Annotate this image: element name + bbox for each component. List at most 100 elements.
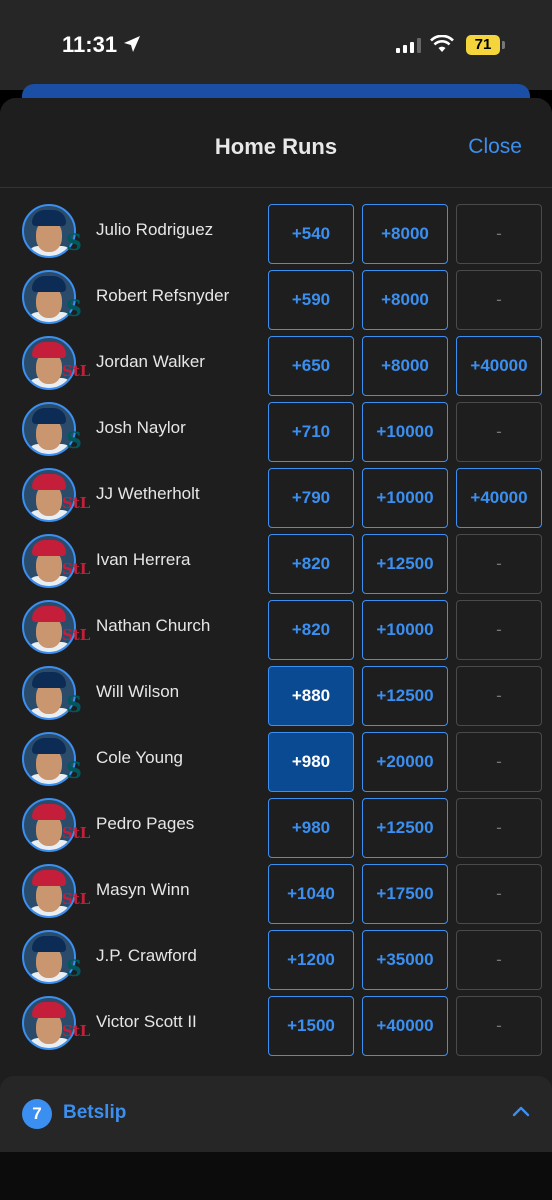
player-name: Julio Rodriguez	[96, 220, 214, 239]
avatar-cap	[32, 870, 66, 886]
odds-button[interactable]: +980	[268, 732, 354, 792]
odds-button[interactable]: -	[456, 270, 542, 330]
avatar-cap	[32, 276, 66, 292]
odds-button[interactable]: +40000	[362, 996, 448, 1056]
battery-icon: 71	[466, 35, 500, 55]
mariners-logo-icon: S	[66, 296, 82, 322]
home-runs-sheet: Home Runs Close S Julio Rodriguez +540 +800…	[0, 98, 552, 1200]
odds-button[interactable]: +12500	[362, 666, 448, 726]
avatar-cap	[32, 672, 66, 688]
odds-button[interactable]: -	[456, 402, 542, 462]
mariners-logo-icon: S	[66, 230, 82, 256]
player-name: Masyn Winn	[96, 880, 190, 899]
close-button[interactable]: Close	[468, 135, 522, 159]
avatar-cap	[32, 606, 66, 622]
odds-button[interactable]: +20000	[362, 732, 448, 792]
betslip-bar[interactable]: 7 Betslip	[0, 1076, 552, 1152]
cardinals-logo-icon: StL	[62, 362, 91, 380]
list-item: StL Pedro Pages +980 +12500-	[0, 798, 552, 864]
cardinals-logo-icon: StL	[62, 824, 91, 842]
avatar-cap	[32, 474, 66, 490]
chevron-up-icon[interactable]	[512, 1104, 530, 1118]
mariners-logo-icon: S	[66, 428, 82, 454]
player-name: Jordan Walker	[96, 352, 205, 371]
list-item: S Julio Rodriguez +540 +8000-	[0, 204, 552, 270]
player-name: Ivan Herrera	[96, 550, 191, 569]
odds-button[interactable]: +820	[268, 600, 354, 660]
betslip-label: Betslip	[63, 1102, 127, 1123]
player-name: Pedro Pages	[96, 814, 195, 833]
home-indicator-area	[0, 1152, 552, 1200]
odds-button[interactable]: +880	[268, 666, 354, 726]
battery-nub	[502, 41, 505, 49]
odds-button[interactable]: +1200	[268, 930, 354, 990]
player-name: JJ Wetherholt	[96, 484, 200, 503]
player-name: J.P. Crawford	[96, 946, 197, 965]
odds-button[interactable]: -	[456, 534, 542, 594]
list-item: S Josh Naylor +710 +10000-	[0, 402, 552, 468]
cardinals-logo-icon: StL	[62, 560, 91, 578]
odds-button[interactable]: -	[456, 732, 542, 792]
cellular-signal-icon	[396, 37, 421, 53]
list-item: S Robert Refsnyder +590 +8000-	[0, 270, 552, 336]
odds-button[interactable]: +8000	[362, 204, 448, 264]
odds-button[interactable]: +980	[268, 798, 354, 858]
list-item: StL Victor Scott II +1500 +40000-	[0, 996, 552, 1062]
list-item: S Will Wilson +880 +12500-	[0, 666, 552, 732]
cardinals-logo-icon: StL	[62, 494, 91, 512]
list-item: StL Ivan Herrera +820 +12500-	[0, 534, 552, 600]
list-item: StL Nathan Church +820 +10000-	[0, 600, 552, 666]
odds-button[interactable]: +40000	[456, 336, 542, 396]
avatar-cap	[32, 1002, 66, 1018]
sheet-header: Home Runs Close	[0, 98, 552, 188]
odds-button[interactable]: -	[456, 204, 542, 264]
list-item: S Cole Young +980 +20000-	[0, 732, 552, 798]
odds-button[interactable]: +12500	[362, 534, 448, 594]
player-name: Cole Young	[96, 748, 183, 767]
odds-button[interactable]: -	[456, 930, 542, 990]
odds-button[interactable]: +10000	[362, 402, 448, 462]
odds-button[interactable]: +17500	[362, 864, 448, 924]
avatar-cap	[32, 738, 66, 754]
player-name: Victor Scott II	[96, 1012, 197, 1031]
avatar-cap	[32, 936, 66, 952]
avatar-cap	[32, 540, 66, 556]
odds-button[interactable]: +1040	[268, 864, 354, 924]
avatar-cap	[32, 342, 66, 358]
list-item: S J.P. Crawford +1200 +35000-	[0, 930, 552, 996]
avatar-cap	[32, 804, 66, 820]
odds-button[interactable]: +10000	[362, 600, 448, 660]
wifi-icon	[430, 35, 454, 52]
odds-button[interactable]: +790	[268, 468, 354, 528]
status-time: 11:31	[62, 32, 118, 57]
player-name: Will Wilson	[96, 682, 180, 701]
odds-button[interactable]: +650	[268, 336, 354, 396]
avatar-cap	[32, 408, 66, 424]
odds-button[interactable]: +8000	[362, 336, 448, 396]
odds-button[interactable]: -	[456, 798, 542, 858]
mariners-logo-icon: S	[66, 956, 82, 982]
odds-button[interactable]: -	[456, 600, 542, 660]
odds-button[interactable]: +820	[268, 534, 354, 594]
odds-button[interactable]: +40000	[456, 468, 542, 528]
odds-button[interactable]: +710	[268, 402, 354, 462]
cardinals-logo-icon: StL	[62, 1022, 91, 1040]
odds-button[interactable]: +1500	[268, 996, 354, 1056]
odds-button[interactable]: +10000	[362, 468, 448, 528]
avatar-cap	[32, 210, 66, 226]
odds-button[interactable]: -	[456, 996, 542, 1056]
odds-button[interactable]: +590	[268, 270, 354, 330]
player-list[interactable]: S Julio Rodriguez +540 +8000- S Robert Refsny…	[0, 188, 552, 1068]
odds-button[interactable]: +12500	[362, 798, 448, 858]
odds-button[interactable]: +35000	[362, 930, 448, 990]
player-name: Robert Refsnyder	[96, 286, 230, 305]
odds-button[interactable]: -	[456, 864, 542, 924]
odds-button[interactable]: -	[456, 666, 542, 726]
mariners-logo-icon: S	[66, 692, 82, 718]
player-name: Nathan Church	[96, 616, 211, 635]
cardinals-logo-icon: StL	[62, 890, 91, 908]
location-arrow-icon	[124, 36, 140, 52]
odds-button[interactable]: +8000	[362, 270, 448, 330]
odds-button[interactable]: +540	[268, 204, 354, 264]
player-name: Josh Naylor	[96, 418, 186, 437]
